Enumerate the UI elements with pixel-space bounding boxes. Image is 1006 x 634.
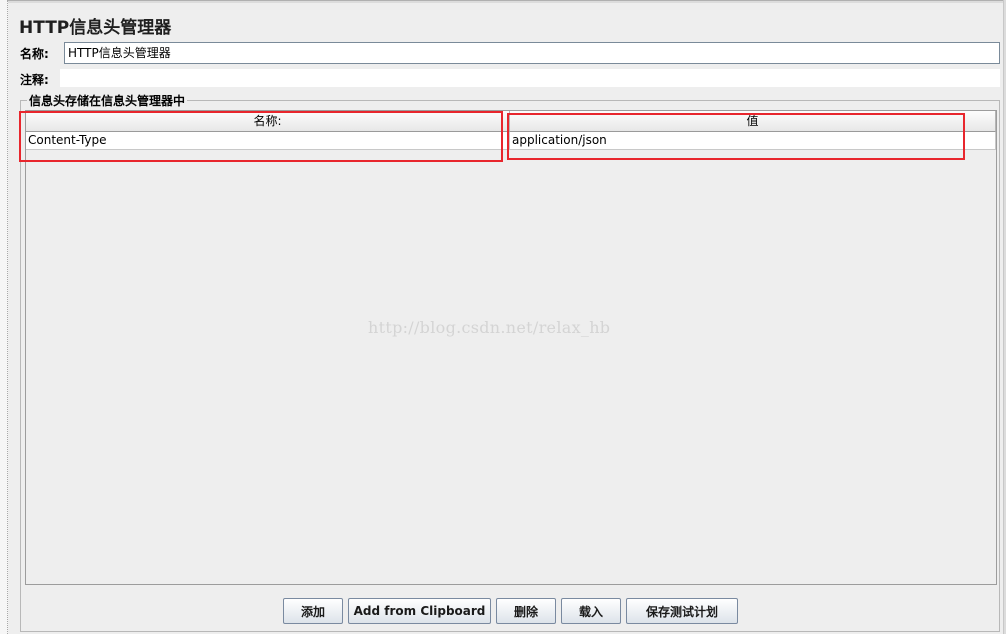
delete-button[interactable]: 删除	[496, 598, 556, 624]
left-splitter[interactable]	[0, 0, 8, 634]
column-header-name[interactable]: 名称:	[26, 111, 510, 132]
comment-label: 注释:	[20, 73, 49, 87]
header-name-cell[interactable]: Content-Type	[26, 132, 510, 150]
add-button[interactable]: 添加	[283, 598, 343, 624]
headers-table[interactable]: 名称: 值 Content-Type application/json	[25, 110, 997, 585]
name-field[interactable]	[64, 42, 1000, 64]
load-button[interactable]: 载入	[561, 598, 621, 624]
name-row: 名称:	[18, 42, 1000, 64]
header-value-cell[interactable]: application/json	[510, 132, 996, 150]
add-from-clipboard-button[interactable]: Add from Clipboard	[348, 598, 491, 624]
name-label: 名称:	[20, 47, 49, 61]
top-border	[8, 0, 1006, 3]
comment-row: 注释:	[18, 68, 1000, 90]
column-header-value[interactable]: 值	[510, 111, 996, 132]
page-title: HTTP信息头管理器	[19, 18, 172, 38]
watermark: http://blog.csdn.net/relax_hb	[368, 318, 611, 337]
headers-group-legend: 信息头存储在信息头管理器中	[27, 92, 188, 109]
save-test-plan-button[interactable]: 保存测试计划	[626, 598, 738, 624]
comment-field[interactable]	[60, 69, 1000, 87]
